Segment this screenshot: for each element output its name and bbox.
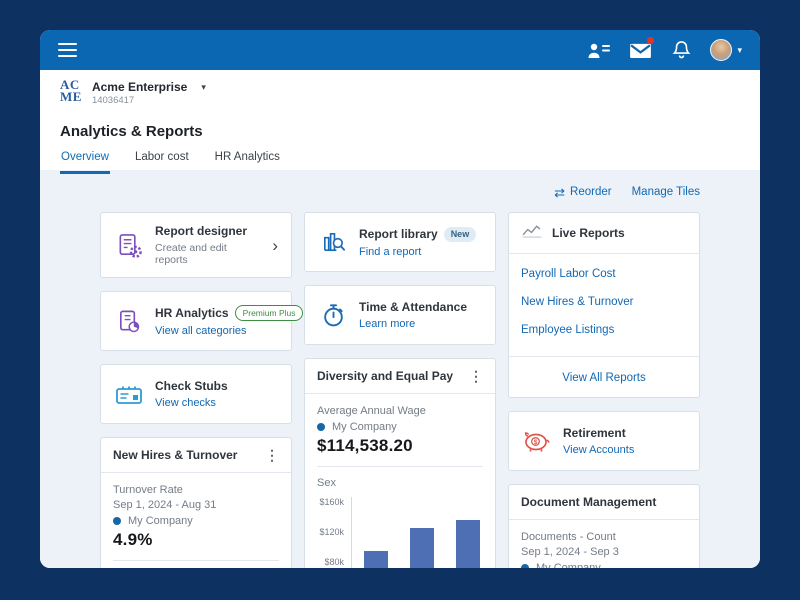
date-range: Sep 1, 2024 - Sep 3 bbox=[521, 545, 687, 560]
new-hires-turnover-tile: New Hires & Turnover ⋮ Turnover Rate Sep… bbox=[100, 437, 292, 568]
view-checks-link[interactable]: View checks bbox=[155, 397, 228, 409]
tile-title: Diversity and Equal Pay bbox=[317, 369, 453, 383]
turnover-rate-value: 4.9% bbox=[113, 530, 279, 550]
series-dot-icon bbox=[521, 564, 529, 568]
chevron-down-icon: ▾ bbox=[737, 45, 742, 56]
tile-title: HR Analytics bbox=[155, 306, 229, 320]
piggy-bank-icon: $ bbox=[522, 429, 552, 454]
top-navigation-bar: ▾ bbox=[40, 30, 760, 70]
y-axis-tick-label: $120k bbox=[319, 527, 344, 537]
tile-title: Time & Attendance bbox=[359, 300, 467, 314]
y-axis-tick-label: $160k bbox=[319, 497, 344, 507]
diversity-equal-pay-tile: Diversity and Equal Pay ⋮ Average Annual… bbox=[304, 358, 496, 568]
bar-1 bbox=[364, 551, 388, 568]
report-designer-icon bbox=[114, 232, 144, 259]
chart-y-axis: $160k $120k $80k bbox=[317, 497, 351, 568]
tile-title: Retirement bbox=[563, 426, 634, 440]
y-axis-tick-label: $80k bbox=[324, 557, 344, 567]
metric-label: Turnover Rate bbox=[113, 483, 279, 498]
stopwatch-icon bbox=[318, 303, 348, 328]
live-reports-chart-icon bbox=[521, 223, 543, 243]
reorder-icon: ⇄ bbox=[554, 186, 565, 199]
chart-plot-area bbox=[351, 497, 483, 568]
reorder-button[interactable]: ⇄ Reorder bbox=[554, 186, 611, 199]
report-library-tile[interactable]: Report library New Find a report bbox=[304, 212, 496, 272]
check-stubs-icon bbox=[114, 383, 144, 406]
date-range: Sep 1, 2024 - Aug 31 bbox=[113, 498, 279, 513]
metric-label: Average Annual Wage bbox=[317, 404, 483, 419]
document-management-tile: Document Management Documents - Count Se… bbox=[508, 484, 700, 568]
kebab-menu-icon[interactable]: ⋮ bbox=[469, 369, 483, 383]
learn-more-link[interactable]: Learn more bbox=[359, 318, 467, 330]
app-window: ▾ AC ME Acme Enterprise ▾ 14036417 A bbox=[40, 30, 760, 568]
premium-plus-badge: Premium Plus bbox=[235, 305, 304, 321]
kebab-menu-icon[interactable]: ⋮ bbox=[265, 448, 279, 462]
tile-title: Live Reports bbox=[552, 226, 625, 240]
page-header: AC ME Acme Enterprise ▾ 14036417 Analyti… bbox=[40, 70, 760, 170]
hamburger-menu-icon[interactable] bbox=[58, 43, 77, 57]
check-stubs-tile[interactable]: Check Stubs View checks bbox=[100, 364, 292, 424]
series-dot-icon bbox=[113, 517, 121, 525]
find-a-report-link[interactable]: Find a report bbox=[359, 246, 476, 258]
tile-title: Report designer bbox=[155, 224, 261, 238]
company-selector[interactable]: Acme Enterprise ▾ bbox=[92, 80, 206, 94]
report-library-icon bbox=[318, 229, 348, 256]
notifications-bell-icon[interactable] bbox=[669, 40, 693, 60]
user-account-menu[interactable]: ▾ bbox=[710, 39, 742, 61]
tile-title: Report library bbox=[359, 227, 438, 241]
manage-tiles-button[interactable]: Manage Tiles bbox=[632, 186, 700, 198]
average-wage-value: $114,538.20 bbox=[317, 436, 483, 456]
tile-title: Document Management bbox=[521, 495, 656, 509]
report-designer-tile[interactable]: Report designer Create and edit reports … bbox=[100, 212, 292, 278]
employee-listings-link[interactable]: Employee Listings bbox=[521, 324, 687, 336]
chevron-down-icon: ▾ bbox=[201, 82, 206, 93]
view-all-categories-link[interactable]: View all categories bbox=[155, 325, 278, 337]
view-accounts-link[interactable]: View Accounts bbox=[563, 444, 634, 456]
hr-analytics-icon bbox=[114, 308, 144, 335]
user-avatar bbox=[710, 39, 732, 61]
bar-3 bbox=[456, 520, 480, 568]
tab-overview[interactable]: Overview bbox=[60, 151, 110, 174]
tab-hr-analytics[interactable]: HR Analytics bbox=[214, 151, 281, 174]
live-reports-tile: Live Reports Payroll Labor Cost New Hire… bbox=[508, 212, 700, 398]
metric-label: Documents - Count bbox=[521, 530, 687, 545]
wage-bar-chart: $160k $120k $80k bbox=[317, 497, 483, 568]
bar-2 bbox=[410, 528, 434, 568]
tab-labor-cost[interactable]: Labor cost bbox=[134, 151, 190, 174]
hr-analytics-tile[interactable]: HR Analytics Premium Plus View all categ… bbox=[100, 291, 292, 351]
mail-icon[interactable] bbox=[628, 40, 652, 60]
acme-logo: AC ME bbox=[60, 79, 82, 102]
company-id: 14036417 bbox=[92, 95, 206, 106]
series-dot-icon bbox=[317, 423, 325, 431]
series-label: My Company bbox=[128, 515, 193, 527]
chevron-right-icon: › bbox=[272, 237, 278, 254]
series-label: My Company bbox=[332, 421, 397, 433]
retirement-tile[interactable]: $ Retirement View Accounts bbox=[508, 411, 700, 471]
new-badge: New bbox=[444, 227, 477, 242]
page-title: Analytics & Reports bbox=[60, 123, 740, 140]
time-attendance-tile[interactable]: Time & Attendance Learn more bbox=[304, 285, 496, 345]
view-all-reports-link[interactable]: View All Reports bbox=[562, 372, 646, 384]
series-label: My Company bbox=[536, 562, 601, 568]
tile-title: Check Stubs bbox=[155, 379, 228, 393]
chart-section-label: Sex bbox=[317, 477, 483, 489]
mail-notification-dot bbox=[647, 37, 654, 44]
payroll-labor-cost-link[interactable]: Payroll Labor Cost bbox=[521, 268, 687, 280]
tile-title: New Hires & Turnover bbox=[113, 448, 237, 462]
company-name: Acme Enterprise bbox=[92, 80, 187, 94]
desktop-background: ▾ AC ME Acme Enterprise ▾ 14036417 A bbox=[0, 0, 800, 600]
dashboard-content: ⇄ Reorder Manage Tiles bbox=[40, 170, 760, 568]
new-hires-turnover-link[interactable]: New Hires & Turnover bbox=[521, 296, 687, 308]
svg-text:$: $ bbox=[534, 439, 538, 446]
contacts-icon[interactable] bbox=[587, 40, 611, 60]
tile-subtitle: Create and edit reports bbox=[155, 242, 261, 266]
